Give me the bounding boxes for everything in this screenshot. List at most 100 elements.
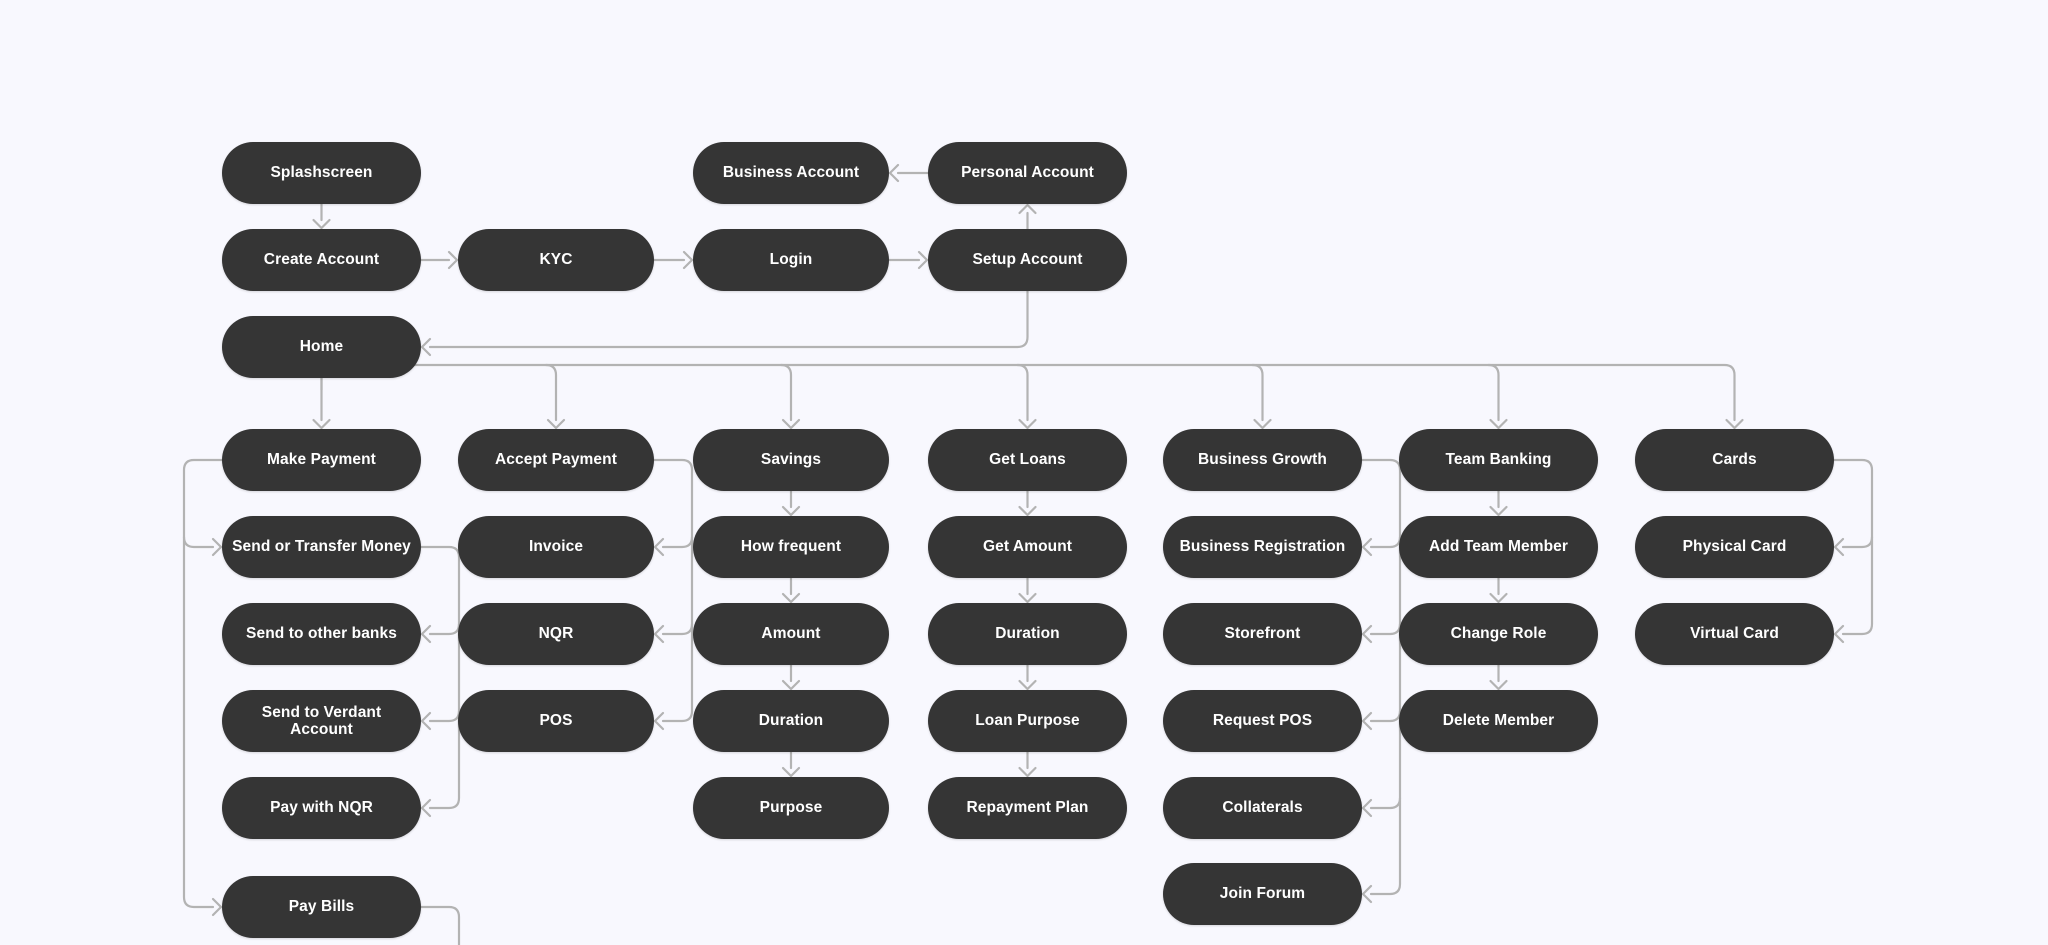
arrow-nqr [653,624,665,644]
edge-home-to-get-loans [1016,363,1029,422]
node-how-frequent[interactable]: How frequent [693,516,889,578]
edge-home-to-team-banking [1487,363,1500,422]
edge-make-payment-bus [182,458,224,909]
edge-accept-payment-to-nqr [661,622,694,636]
node-label: POS [539,712,573,730]
node-create-account[interactable]: Create Account [222,229,421,291]
node-personal-account[interactable]: Personal Account [928,142,1127,204]
node-accept-payment[interactable]: Accept Payment [458,429,654,491]
arrow-home [420,337,432,357]
edge-business-growth-to-storefront [1369,622,1402,636]
arrow-repayment-plan [1018,766,1037,778]
node-send-transfer-money[interactable]: Send or Transfer Money [222,516,421,578]
node-label: Duration [758,712,824,730]
node-login[interactable]: Login [693,229,889,291]
arrow-business-account [888,163,900,183]
arrow-accept-payment [546,418,566,430]
node-send-verdant[interactable]: Send to Verdant Account [222,690,421,752]
node-business-account[interactable]: Business Account [693,142,889,204]
node-savings[interactable]: Savings [693,429,889,491]
node-pay-with-nqr[interactable]: Pay with NQR [222,777,421,839]
arrow-change-role [1489,592,1508,604]
edge-business-growth-to-business-registration [1369,535,1402,549]
node-cards[interactable]: Cards [1635,429,1834,491]
node-loan-duration[interactable]: Duration [928,603,1127,665]
arrow-business-registration [1361,537,1373,557]
node-nqr[interactable]: NQR [458,603,654,665]
node-make-payment[interactable]: Make Payment [222,429,421,491]
node-label: Make Payment [267,451,376,469]
arrow-pay-bills [211,897,223,917]
arrow-savings-duration [781,679,801,691]
node-setup-account[interactable]: Setup Account [928,229,1127,291]
arrow-setup-account [917,250,929,270]
node-purpose[interactable]: Purpose [693,777,889,839]
node-label: Home [299,338,344,356]
arrow-invoice [653,537,665,557]
node-business-registration[interactable]: Business Registration [1163,516,1362,578]
arrow-collaterals [1361,798,1373,818]
flowchart-canvas: Splashscreen Business Account Personal Acc… [0,0,2048,945]
node-label: Physical Card [1682,538,1787,556]
arrow-login [682,250,694,270]
edge-send-transfer-money-to-send-other-banks [428,622,461,636]
node-send-other-banks[interactable]: Send to other banks [222,603,421,665]
node-team-banking[interactable]: Team Banking [1399,429,1598,491]
arrow-request-pos [1361,711,1373,731]
node-get-amount[interactable]: Get Amount [928,516,1127,578]
node-collaterals[interactable]: Collaterals [1163,777,1362,839]
arrow-create-account [312,218,331,230]
node-delete-member[interactable]: Delete Member [1399,690,1598,752]
node-request-pos[interactable]: Request POS [1163,690,1362,752]
node-invoice[interactable]: Invoice [458,516,654,578]
node-savings-duration[interactable]: Duration [693,690,889,752]
arrow-personal-account [1018,203,1037,215]
node-home[interactable]: Home [222,316,421,378]
edge-business-growth-to-collaterals [1369,796,1402,810]
node-label: Pay with NQR [270,799,373,817]
arrow-make-payment [312,418,331,430]
node-get-loans[interactable]: Get Loans [928,429,1127,491]
edge-make-payment-to-send-transfer-money [182,535,215,549]
node-business-growth[interactable]: Business Growth [1163,429,1362,491]
node-change-role[interactable]: Change Role [1399,603,1598,665]
node-label: Repayment Plan [966,799,1089,817]
node-label: Request POS [1212,712,1313,730]
edge-cards-bus [1832,458,1874,636]
arrow-business-growth [1253,418,1272,430]
arrow-send-transfer-money [211,537,223,557]
arrow-virtual-card [1833,624,1845,644]
node-amount[interactable]: Amount [693,603,889,665]
edge-accept-payment-to-invoice [661,535,694,549]
node-storefront[interactable]: Storefront [1163,603,1362,665]
node-label: Get Loans [989,451,1066,469]
node-pay-bills[interactable]: Pay Bills [222,876,421,938]
arrow-loan-duration [1018,592,1037,604]
node-pos[interactable]: POS [458,690,654,752]
node-kyc[interactable]: KYC [458,229,654,291]
arrow-add-team-member [1489,505,1508,517]
node-label: KYC [539,251,573,269]
arrow-loan-purpose [1018,679,1037,691]
node-label: Accept Payment [494,451,617,469]
arrow-delete-member [1489,679,1508,691]
node-repayment-plan[interactable]: Repayment Plan [928,777,1127,839]
edge-home-branch-bus [320,353,1736,422]
node-label: Send or Transfer Money [232,538,411,556]
node-add-team-member[interactable]: Add Team Member [1399,516,1598,578]
node-loan-purpose[interactable]: Loan Purpose [928,690,1127,752]
node-join-forum[interactable]: Join Forum [1163,863,1362,925]
node-virtual-card[interactable]: Virtual Card [1635,603,1834,665]
edge-business-growth-to-request-pos [1369,709,1402,723]
edge-send-transfer-money-bus [419,545,461,810]
arrow-get-loans [1018,418,1037,430]
node-label: Send to Verdant Account [261,703,382,738]
edge-business-growth-bus [1360,458,1402,896]
node-splashscreen[interactable]: Splashscreen [222,142,421,204]
node-label: Get Amount [982,538,1073,556]
arrow-cards [1725,418,1744,430]
arrow-kyc [447,250,459,270]
arrow-pay-with-nqr [420,798,432,818]
node-label: Delete Member [1442,712,1555,730]
node-physical-card[interactable]: Physical Card [1635,516,1834,578]
